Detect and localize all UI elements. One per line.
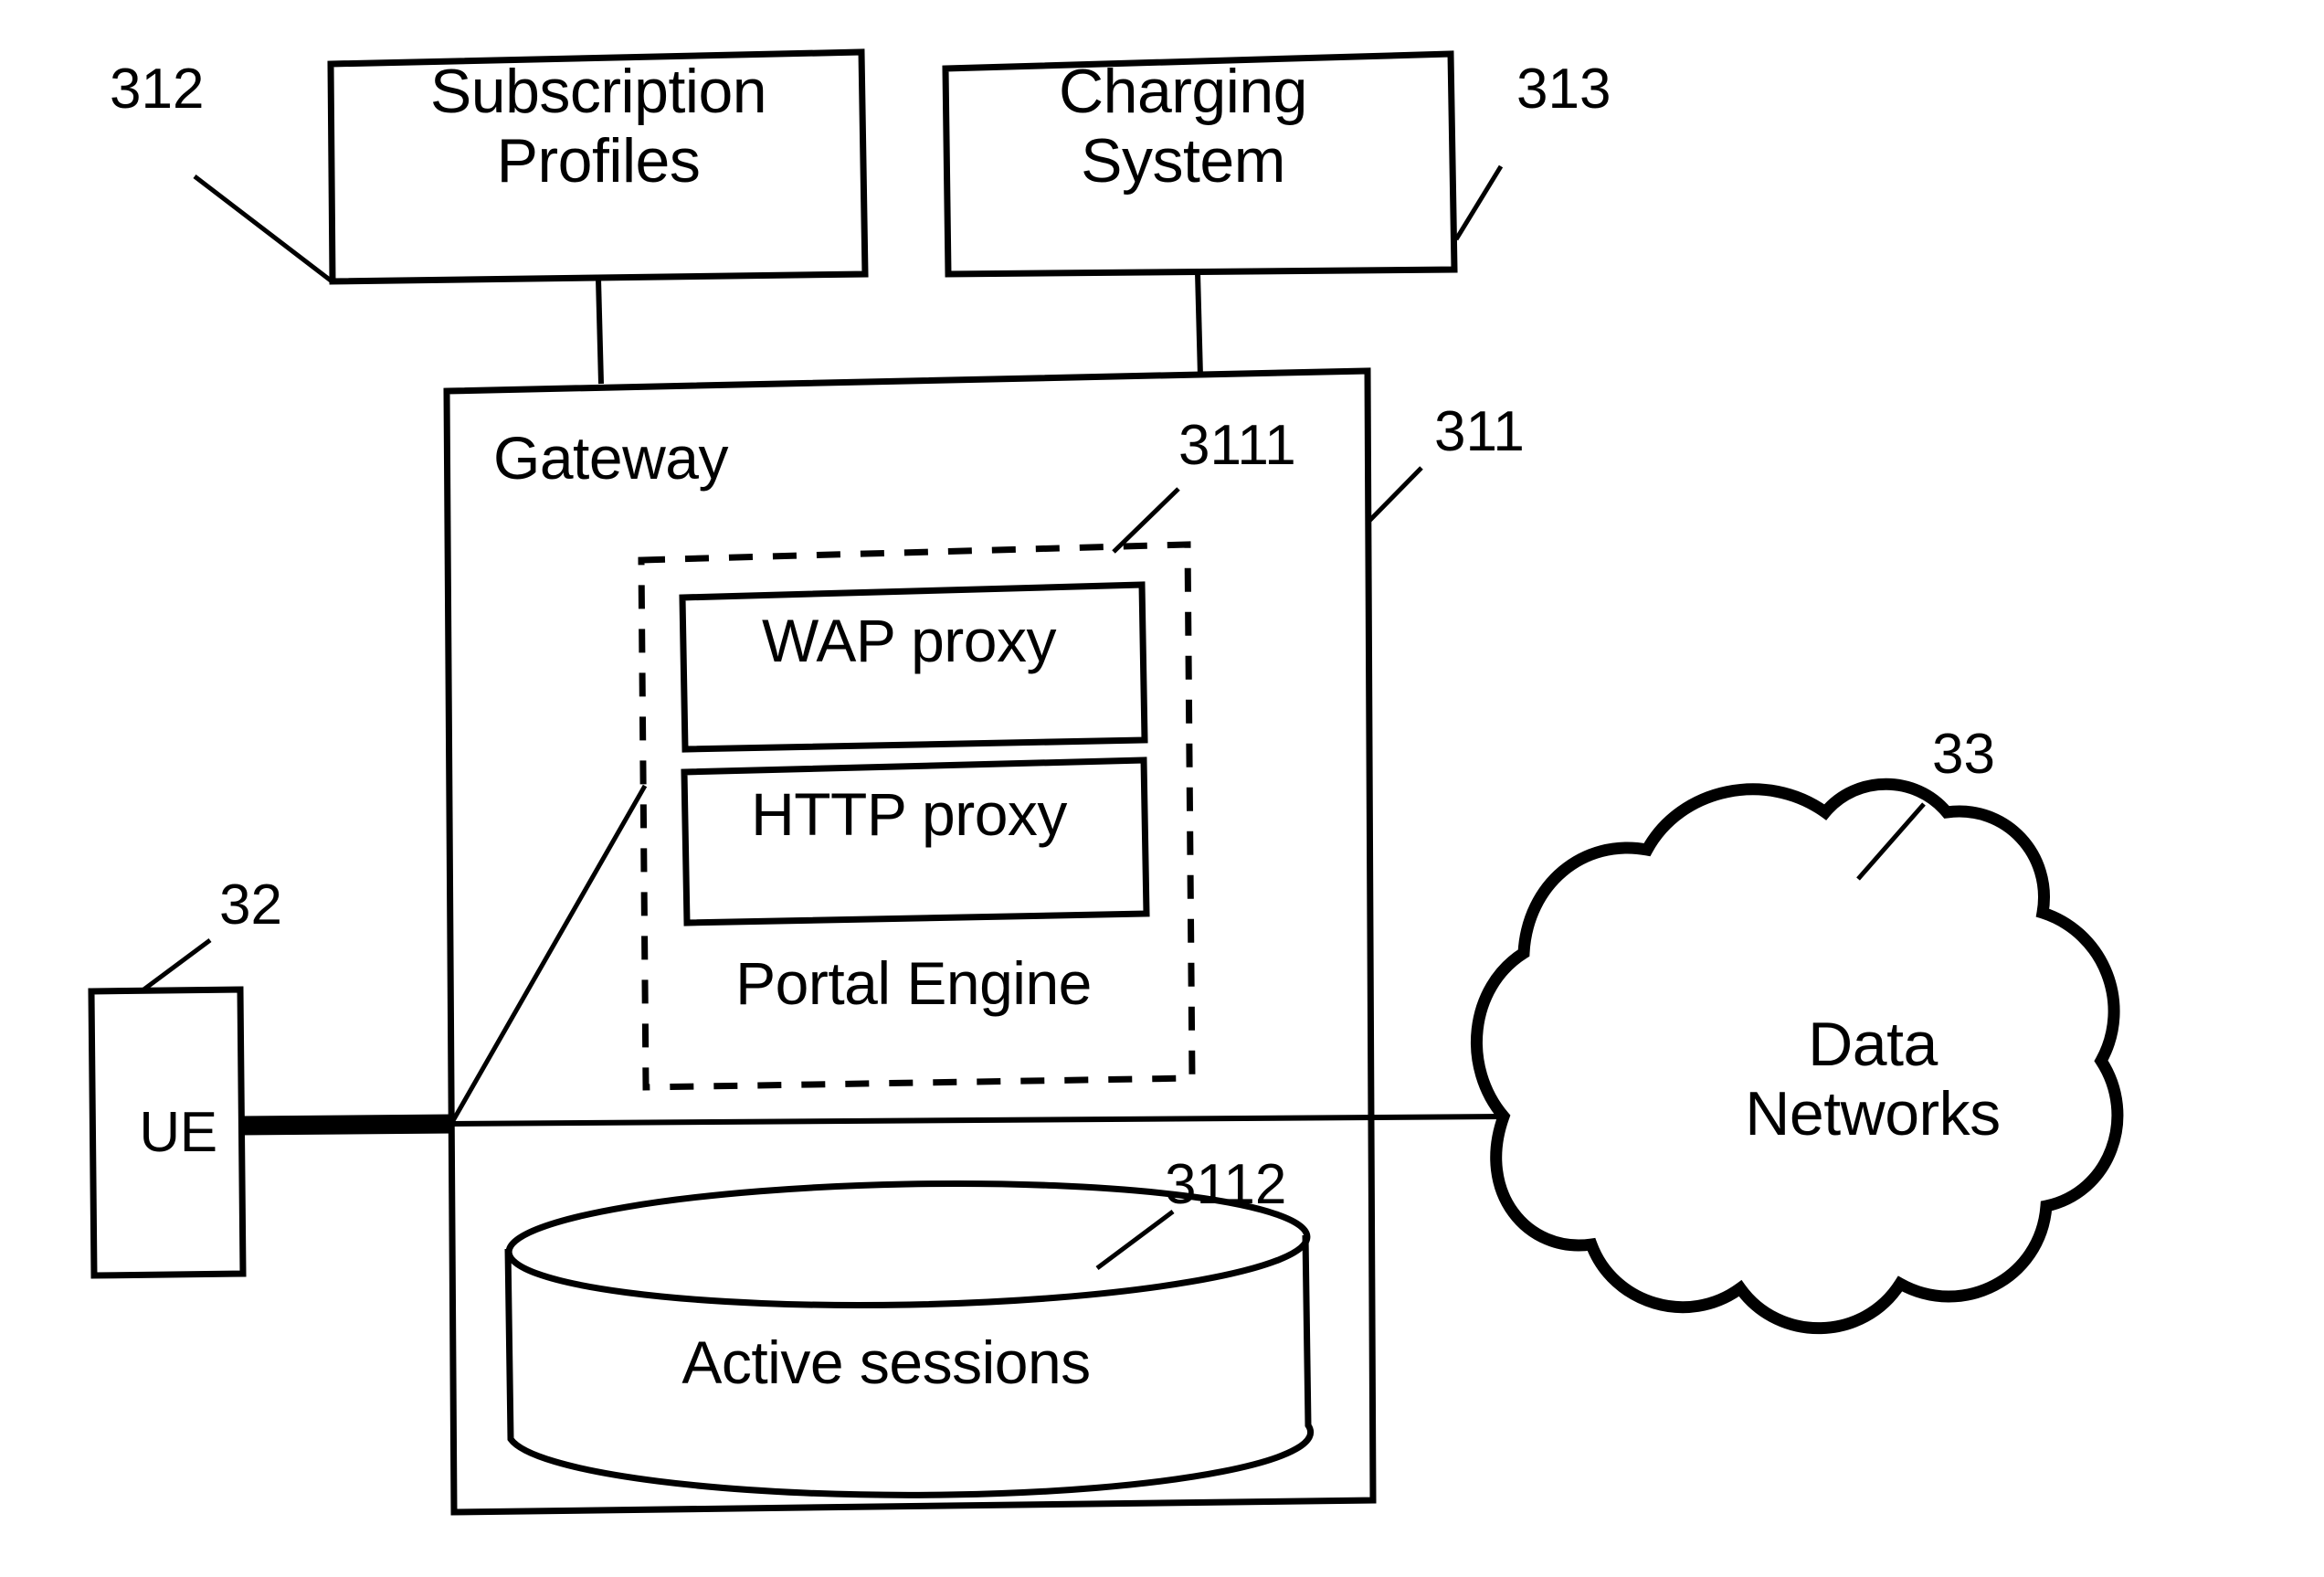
http-proxy-box	[681, 757, 1150, 926]
active-sessions-cylinder	[504, 1180, 1315, 1498]
link-gateway-data-networks	[450, 1114, 1504, 1127]
leader-line-313	[1453, 164, 1504, 241]
link-junction-portal-engine	[449, 784, 648, 1126]
leader-line-3112	[1095, 1209, 1175, 1271]
connector-subscription-profiles-gateway	[596, 278, 604, 385]
subscription-profiles-box	[327, 48, 869, 285]
leader-line-312	[193, 175, 333, 282]
figure-line-art	[88, 48, 2124, 1516]
gateway-box	[443, 367, 1377, 1516]
data-networks-cloud	[1470, 778, 2124, 1335]
patent-figure-canvas: Subscription Profiles Charging System Ga…	[0, 0, 2324, 1577]
connector-charging-system-gateway	[1195, 271, 1203, 377]
leader-line-32	[141, 937, 212, 993]
portal-engine-dashed-box	[638, 541, 1196, 1091]
leader-line-311	[1366, 466, 1423, 524]
charging-system-box	[942, 50, 1458, 278]
ue-box	[88, 986, 247, 1279]
link-ue-gateway	[238, 1114, 455, 1136]
wap-proxy-box	[679, 581, 1148, 753]
